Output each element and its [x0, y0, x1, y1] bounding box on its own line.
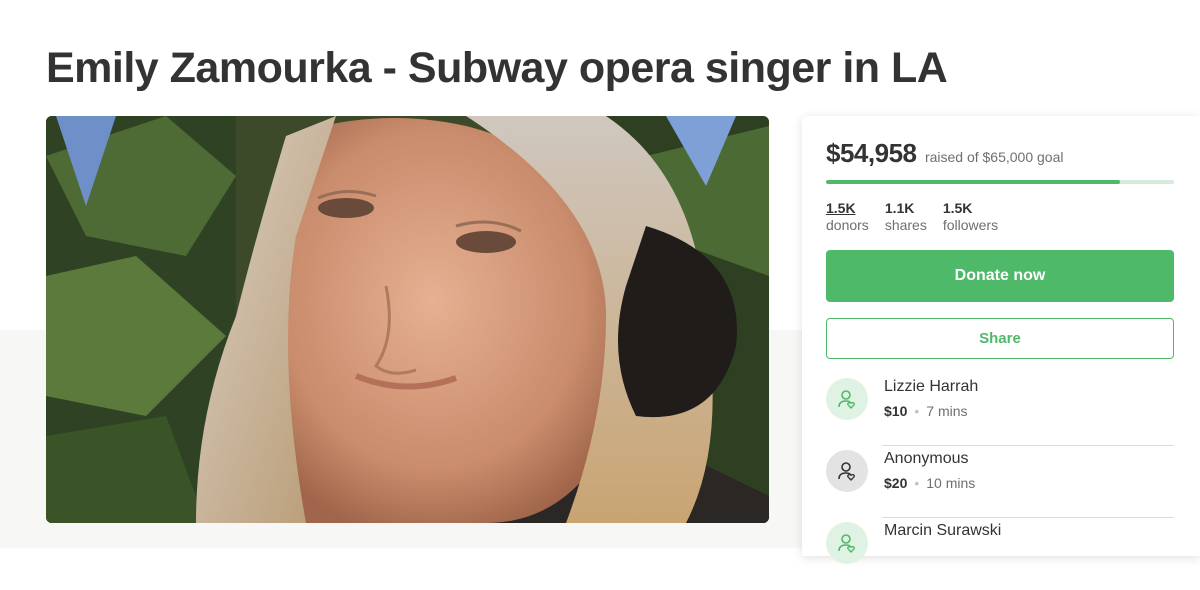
separator-dot: •	[914, 475, 920, 491]
separator-dot: •	[914, 403, 920, 419]
user-heart-icon	[826, 522, 868, 564]
campaign-hero-image[interactable]	[46, 116, 769, 523]
progress-bar-fill	[826, 180, 1121, 184]
page-title: Emily Zamourka - Subway opera singer in …	[46, 44, 948, 92]
user-heart-icon	[838, 534, 855, 553]
amount-raised-row: $54,958 raised of $65,000 goal	[826, 138, 1064, 169]
user-heart-icon	[838, 462, 855, 481]
amount-raised: $54,958	[826, 138, 917, 168]
campaign-stats: 1.5K donors 1.1K shares 1.5K followers	[826, 200, 998, 233]
user-heart-icon	[838, 390, 855, 409]
donation-amount: $20	[884, 475, 908, 491]
donation-meta: $20 • 10 mins	[884, 475, 975, 491]
donation-time: 10 mins	[926, 475, 976, 491]
hero-photo	[46, 116, 769, 523]
donation-meta: $10 • 7 mins	[884, 403, 968, 419]
donate-now-button[interactable]: Donate now	[826, 250, 1174, 302]
donation-time: 7 mins	[926, 403, 968, 419]
stat-followers-value: 1.5K	[942, 200, 973, 216]
stat-donors-value[interactable]: 1.5K	[826, 200, 869, 216]
stat-donors-label: donors	[826, 217, 869, 233]
goal-text: raised of $65,000 goal	[924, 149, 1064, 165]
progress-bar	[826, 180, 1174, 184]
donor-name: Anonymous	[884, 450, 969, 467]
donation-item: Lizzie Harrah $10 • 7 mins	[826, 374, 1174, 446]
stat-shares-value: 1.1K	[884, 200, 915, 216]
stat-followers-label: followers	[942, 217, 999, 233]
stat-shares: 1.1K shares	[885, 200, 927, 233]
donation-sidebar: $54,958 raised of $65,000 goal 1.5K dono…	[802, 116, 1200, 564]
share-button[interactable]: Share	[826, 318, 1174, 359]
donation-amount: $10	[884, 403, 908, 419]
donor-name: Marcin Surawski	[884, 522, 1002, 539]
donation-item: Marcin Surawski	[826, 518, 1174, 590]
stat-shares-label: shares	[884, 217, 927, 233]
user-heart-icon	[826, 378, 868, 420]
stat-followers: 1.5K followers	[943, 200, 998, 233]
user-heart-icon	[826, 450, 868, 492]
donation-item: Anonymous $20 • 10 mins	[826, 446, 1174, 518]
stat-donors[interactable]: 1.5K donors	[826, 200, 869, 233]
donor-name: Lizzie Harrah	[884, 378, 979, 395]
